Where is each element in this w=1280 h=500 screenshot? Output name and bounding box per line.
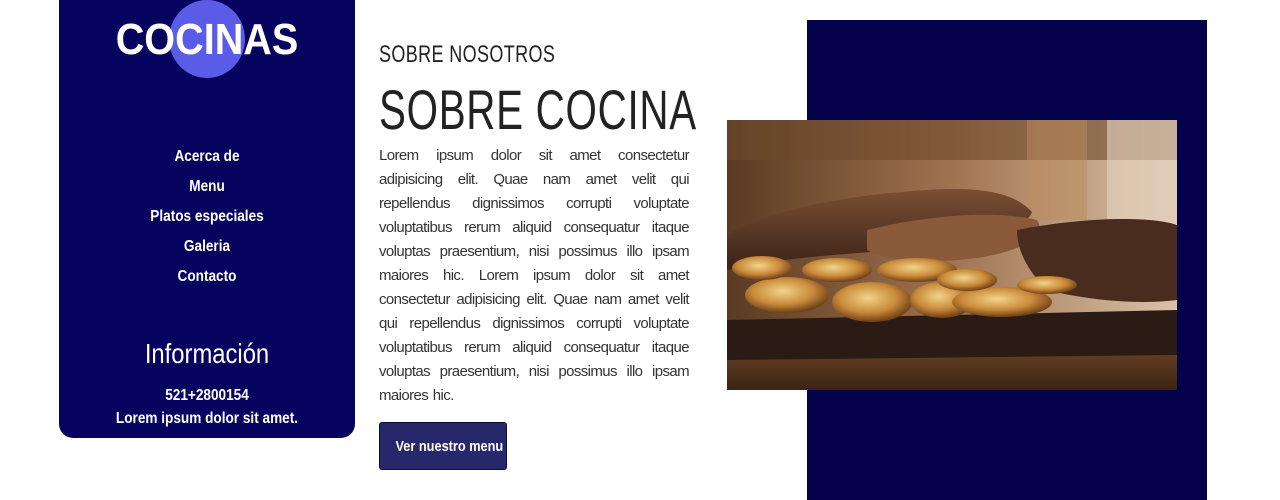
sidebar: COCINAS Acerca de Menu Platos especiales… [59,0,355,438]
section-heading: SOBRE COCINA [379,78,697,141]
info-title: Información [144,338,270,369]
sidebar-nav: Acerca de Menu Platos especiales Galeria… [59,142,355,292]
nav-item-contacto[interactable]: Contacto [81,262,333,292]
about-paragraph: Lorem ipsum dolor sit amet consectetur a… [379,147,690,404]
logo-text: COCINAS [115,15,299,64]
nav-item-platos-especiales[interactable]: Platos especiales [81,202,333,232]
steak-photo-illustration [727,120,1177,390]
info-text: Lorem ipsum dolor sit amet. [115,410,299,427]
view-menu-button-label: Ver nuestro menu [395,438,504,455]
logo[interactable]: COCINAS [59,0,355,80]
section-eyebrow: SOBRE NOSOTROS [379,41,556,68]
about-section: SOBRE NOSOTROS SOBRE COCINA Lorem ipsum … [379,38,697,408]
view-menu-button[interactable]: Ver nuestro menu [379,422,507,470]
nav-item-menu[interactable]: Menu [81,172,333,202]
info-phone: 521+2800154 [165,387,249,404]
nav-item-acerca-de[interactable]: Acerca de [81,142,333,172]
nav-item-galeria[interactable]: Galeria [81,232,333,262]
food-photo [727,120,1177,390]
